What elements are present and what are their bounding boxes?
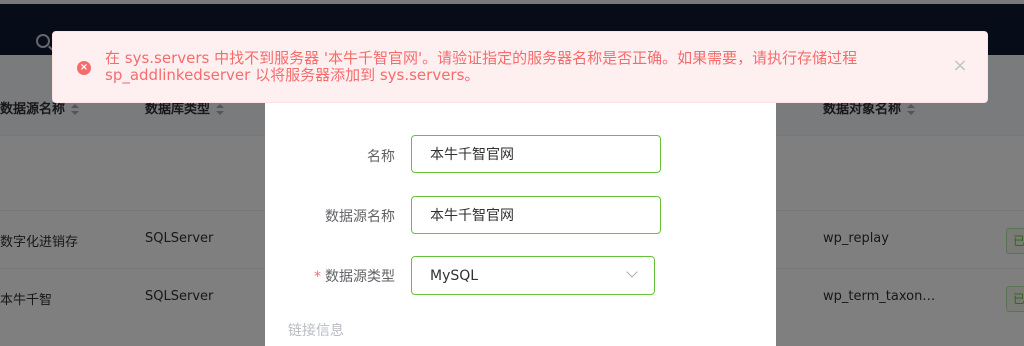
error-message: × 在 sys.servers 中找不到服务器 '本牛千智官网'。请验证指定的服…	[52, 31, 988, 103]
required-mark: *	[314, 269, 321, 285]
source-name-input[interactable]: 本牛千智官网	[411, 196, 661, 234]
name-label: 名称	[367, 149, 395, 165]
source-name-input-value: 本牛千智官网	[430, 208, 514, 224]
chevron-down-icon	[626, 266, 638, 278]
datasource-dialog: 名称 本牛千智官网 数据源名称 本牛千智官网 * 数据源类型 MySQL 链接信息	[265, 85, 776, 346]
source-type-label: * 数据源类型	[314, 269, 395, 285]
error-icon: ×	[77, 61, 91, 75]
name-input-value: 本牛千智官网	[430, 147, 514, 163]
name-input[interactable]: 本牛千智官网	[411, 135, 661, 173]
source-type-select[interactable]: MySQL	[411, 256, 655, 295]
close-icon[interactable]: ×	[952, 57, 968, 75]
section-title: 链接信息	[288, 323, 344, 339]
source-type-select-value: MySQL	[430, 267, 479, 284]
source-name-label: 数据源名称	[325, 209, 395, 225]
error-message-text: 在 sys.servers 中找不到服务器 '本牛千智官网'。请验证指定的服务器…	[105, 49, 858, 84]
